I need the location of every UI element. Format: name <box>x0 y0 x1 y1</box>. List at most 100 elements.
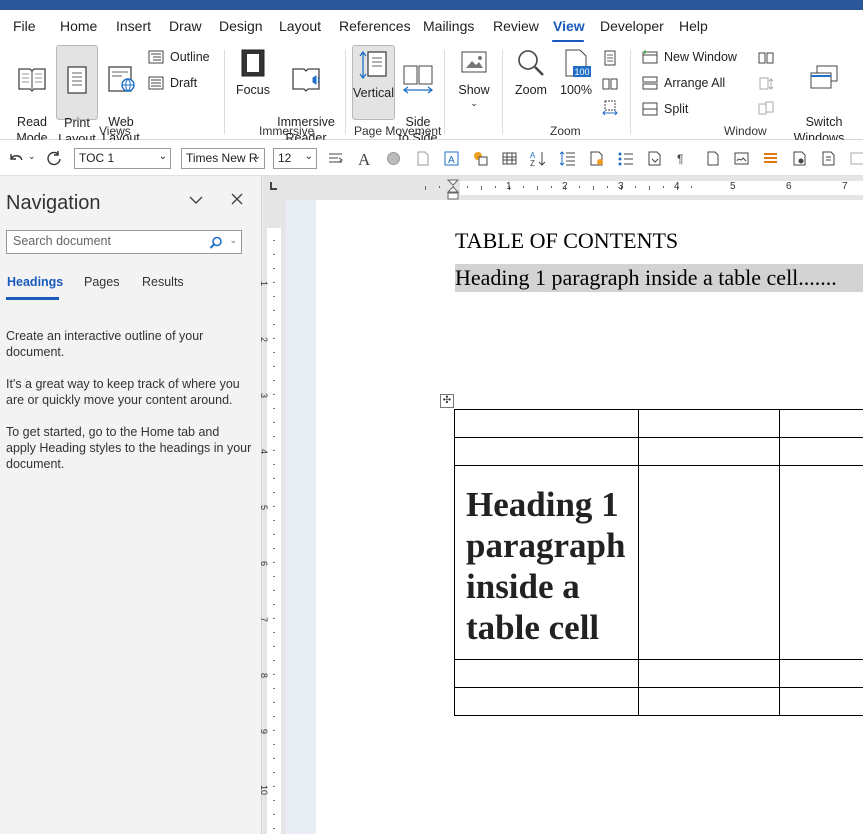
table-cell[interactable] <box>637 687 781 716</box>
undo-dropdown-icon[interactable]: ⌄ <box>28 151 36 162</box>
tab-selector-icon[interactable] <box>270 182 277 190</box>
signature-icon[interactable] <box>733 150 750 167</box>
indent-markers-icon[interactable] <box>446 178 460 200</box>
highlight-lines-icon[interactable] <box>762 150 779 167</box>
nav-options-chevron-icon[interactable] <box>188 194 204 206</box>
more-tools-icon[interactable] <box>849 150 863 167</box>
page-width-icon[interactable] <box>602 100 618 116</box>
reset-window-position-icon[interactable] <box>758 100 774 116</box>
multiple-pages-icon[interactable] <box>602 76 618 92</box>
page-setup-icon[interactable] <box>414 150 431 167</box>
font-color-a-icon[interactable]: A <box>356 150 373 167</box>
table-cell[interactable] <box>779 465 863 660</box>
sort-icon[interactable]: AZ <box>530 150 547 167</box>
one-page-icon[interactable] <box>602 50 618 66</box>
redo-icon[interactable] <box>45 150 63 166</box>
undo-icon[interactable] <box>7 150 25 166</box>
menu-mailings[interactable]: Mailings <box>423 18 474 34</box>
vertical-button[interactable]: Vertical <box>352 45 395 120</box>
show-marks-icon[interactable]: ¶ <box>675 150 692 167</box>
table-cell[interactable] <box>779 659 863 688</box>
chevron-down-icon: ⌄ <box>158 151 167 162</box>
table-cell[interactable] <box>637 465 781 660</box>
document-page[interactable]: TABLE OF CONTENTS Heading 1 paragraph in… <box>316 200 863 834</box>
shading-icon[interactable] <box>385 150 402 167</box>
menu-review[interactable]: Review <box>493 18 539 34</box>
arrange-all-button[interactable]: Arrange All <box>642 76 725 90</box>
font-size-select[interactable]: 12 ⌄ <box>273 148 317 169</box>
ruler-number: 8 <box>259 673 269 679</box>
ruler-tick <box>551 186 552 188</box>
menu-view[interactable]: View <box>553 18 585 34</box>
table-move-handle-icon[interactable]: ✣ <box>440 394 454 408</box>
style-select[interactable]: TOC 1 ⌄ <box>74 148 171 169</box>
close-icon[interactable] <box>230 192 244 206</box>
chevron-down-icon: ⌄ <box>304 151 313 162</box>
menu-home[interactable]: Home <box>60 18 97 34</box>
menu-design[interactable]: Design <box>219 18 263 34</box>
print-layout-button[interactable]: Print Layout <box>56 45 98 146</box>
menu-references[interactable]: References <box>339 18 411 34</box>
table-cell[interactable] <box>454 409 639 438</box>
vertical-ruler[interactable]: 1 2 3 4 5 6 7 8 9 10 <box>259 200 286 834</box>
tab-pages[interactable]: Pages <box>84 275 119 289</box>
toc-entry[interactable]: Heading 1 paragraph inside a table cell.… <box>455 264 863 292</box>
table-cell[interactable] <box>454 437 639 466</box>
draft-button[interactable]: Draft <box>148 76 197 90</box>
horizontal-ruler[interactable]: 1 2 3 4 5 6 7 <box>263 176 863 200</box>
zoom-100-button[interactable]: 100 100% <box>556 48 596 114</box>
table-cell[interactable] <box>637 409 781 438</box>
menu-developer[interactable]: Developer <box>600 18 664 34</box>
show-button[interactable]: Show ⌄ <box>454 48 494 118</box>
menu-help[interactable]: Help <box>679 18 708 34</box>
bullets-icon[interactable] <box>617 150 634 167</box>
search-input[interactable]: Search document ⌄ <box>6 230 242 254</box>
heading-cell[interactable]: Heading 1 paragraph inside a table cell <box>454 465 639 660</box>
table-cell[interactable] <box>637 659 781 688</box>
ruler-tick <box>273 758 275 759</box>
text-document-icon[interactable] <box>820 150 837 167</box>
read-mode-icon <box>18 68 46 92</box>
properties-icon[interactable] <box>791 150 808 167</box>
immersive-reader-button[interactable]: Immersive Reader <box>276 48 336 145</box>
ruler-tick <box>537 186 538 190</box>
insert-shapes-icon[interactable] <box>472 150 489 167</box>
view-side-by-side-icon[interactable] <box>758 50 774 66</box>
web-layout-button[interactable]: Web Layout <box>100 48 142 145</box>
font-select[interactable]: Times New R ⌄ <box>181 148 265 169</box>
new-window-button[interactable]: New Window <box>642 50 737 64</box>
document-icon[interactable] <box>646 150 663 167</box>
ruler-tick <box>273 520 275 521</box>
tab-results[interactable]: Results <box>142 275 184 289</box>
tab-headings[interactable]: Headings <box>7 275 63 289</box>
split-button[interactable]: Split <box>642 102 688 116</box>
table-cell[interactable] <box>779 409 863 438</box>
toc-title[interactable]: TABLE OF CONTENTS <box>455 228 678 254</box>
menu-draw[interactable]: Draw <box>169 18 202 34</box>
table-cell[interactable] <box>454 659 639 688</box>
menu-layout[interactable]: Layout <box>279 18 321 34</box>
read-mode-button[interactable]: Read Mode <box>10 48 54 145</box>
text-box-icon[interactable]: A <box>443 150 460 167</box>
line-spacing-icon[interactable] <box>559 150 576 167</box>
table-cell[interactable] <box>779 437 863 466</box>
synchronous-scrolling-icon[interactable] <box>758 76 774 92</box>
ruler-tick <box>273 688 275 689</box>
ruler-tick <box>273 618 275 619</box>
table-grid-icon[interactable] <box>501 150 518 167</box>
paragraph-format-icon[interactable] <box>327 150 344 167</box>
switch-windows-button[interactable]: Switch Windows ⌄ <box>790 48 858 145</box>
side-to-side-button[interactable]: Side to Side <box>398 48 438 145</box>
table-cell[interactable] <box>637 437 781 466</box>
document-table[interactable]: Heading 1 paragraph inside a table cell <box>454 409 863 716</box>
page-movement-group-label: Page Movement <box>354 124 442 138</box>
mailings-icon[interactable] <box>588 150 605 167</box>
outline-button[interactable]: Outline <box>148 50 210 64</box>
menu-insert[interactable]: Insert <box>116 18 151 34</box>
table-cell[interactable] <box>779 687 863 716</box>
focus-button[interactable]: Focus <box>232 48 274 114</box>
table-cell[interactable] <box>454 687 639 716</box>
blank-page-icon[interactable] <box>704 150 721 167</box>
zoom-button[interactable]: Zoom <box>510 48 552 114</box>
menu-file[interactable]: File <box>13 18 36 34</box>
